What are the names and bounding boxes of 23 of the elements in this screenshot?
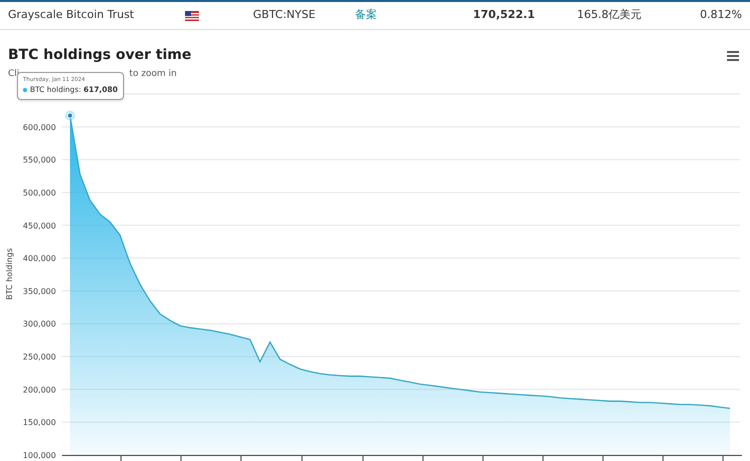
btc-holdings: 170,522.1: [473, 7, 536, 24]
market-value: 165.8亿美元: [577, 7, 642, 24]
y-tick-label: 600,000: [22, 122, 56, 132]
filing-link[interactable]: 备案: [355, 7, 473, 24]
y-axis-title: BTC holdings: [4, 248, 15, 300]
fund-name: Grayscale Bitcoin Trust: [8, 7, 135, 24]
share-percent: 0.812%: [700, 7, 742, 24]
hover-point: [65, 110, 75, 120]
flag-icon: [185, 10, 199, 20]
y-tick-label: 100,000: [22, 450, 56, 460]
chart-hint: to zoom in: [129, 68, 177, 81]
y-tick-label: 400,000: [22, 254, 56, 263]
y-tick-label: 450,000: [22, 220, 56, 230]
chart-title: BTC holdings over time: [8, 46, 192, 65]
y-tick-label: 300,000: [22, 319, 56, 328]
menu-icon[interactable]: [727, 50, 739, 60]
y-tick-label: 200,000: [22, 384, 56, 394]
ticker: GBTC:NYSE: [253, 7, 316, 24]
y-tick-label: 150,000: [22, 418, 56, 427]
y-tick-label: 550,000: [22, 155, 56, 164]
y-tick-label: 350,000: [22, 286, 56, 296]
y-tick-label: 500,000: [22, 188, 56, 197]
y-tick-label: 250,000: [22, 352, 56, 362]
